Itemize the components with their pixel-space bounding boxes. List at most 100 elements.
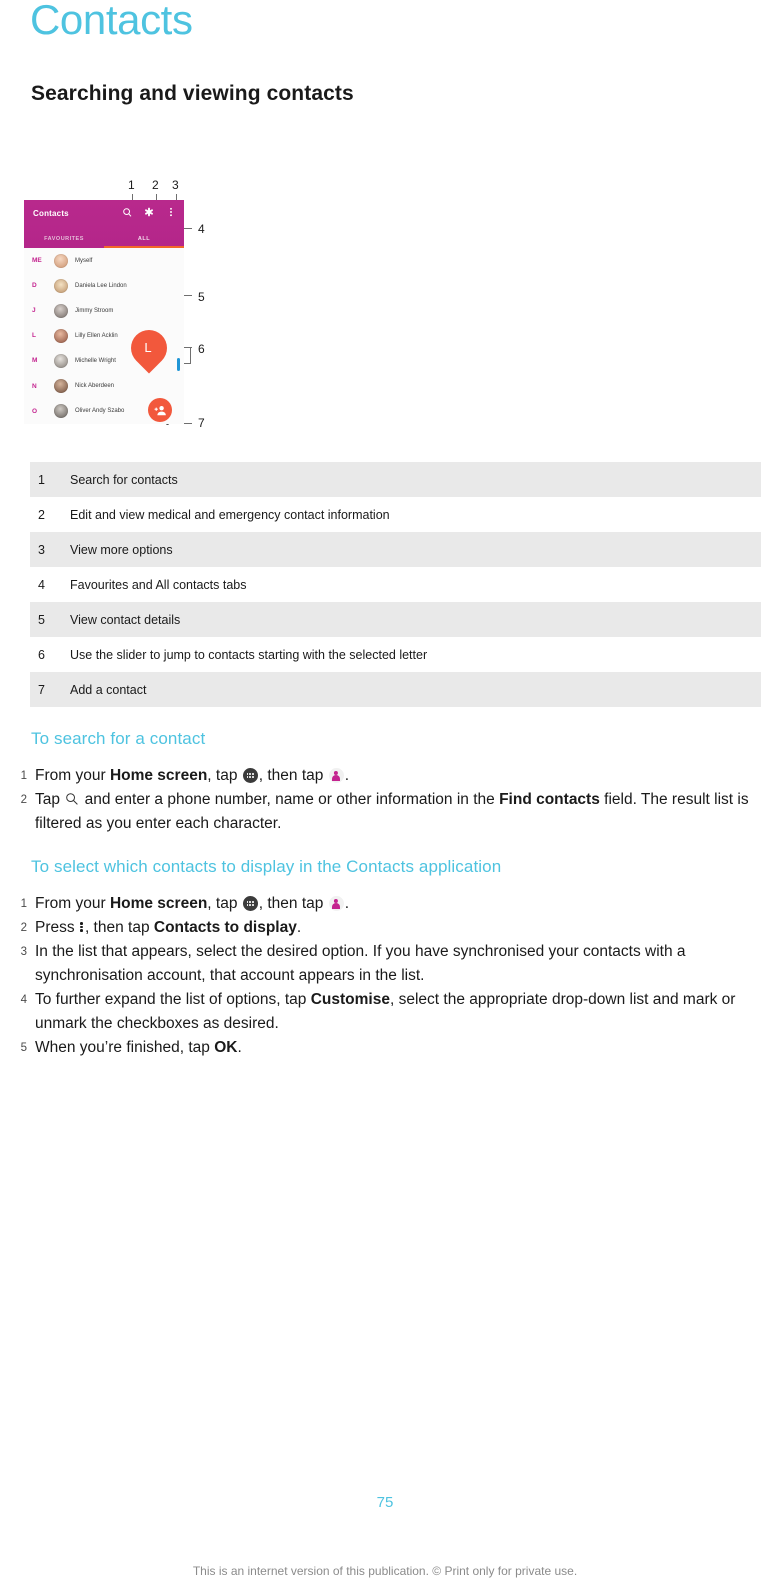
search-icon[interactable] [122,207,132,219]
alphabet-slider-thumb[interactable]: L [123,322,175,374]
step-number: 1 [20,898,27,910]
contact-name: Nick Aberdeen [75,383,115,390]
add-contact-button[interactable] [148,398,172,422]
index-letter: J [32,307,36,315]
legend-number: 3 [38,542,45,557]
step-number: 2 [20,922,27,934]
overflow-menu-icon[interactable] [166,207,176,219]
step-text: When you’re finished, tap OK. [35,1039,242,1056]
legend-text: View contact details [70,612,181,627]
index-letter: L [32,332,36,340]
list-item: 4 To further expand the list of options,… [0,988,770,1036]
callout-2: 2 [152,178,159,192]
index-letter: N [32,382,37,390]
list-item[interactable]: N Nick Aberdeen [24,373,184,398]
contact-name: Michelle Wright [75,357,116,364]
legend-number: 7 [38,682,45,697]
index-letter: ME [32,257,42,265]
legend-text: Edit and view medical and emergency cont… [70,507,390,522]
apps-icon [242,896,258,911]
contact-name: Myself [75,257,93,264]
legend-text: View more options [70,542,173,557]
step-text: Tap and enter a phone number, name or ot… [35,791,749,832]
callout-5: 5 [198,290,205,304]
leader-line-6b [190,347,191,364]
page-number: 75 [376,1494,394,1511]
avatar [54,353,68,368]
legend-number: 6 [38,647,45,662]
list-item: 5 When you’re finished, tap OK. [0,1036,770,1060]
step-number: 5 [20,1042,27,1054]
table-row: 6 Use the slider to jump to contacts sta… [30,637,761,672]
step-text: Press , then tap Contacts to display. [35,919,302,936]
step-number: 2 [20,794,27,806]
search-icon [66,793,79,805]
list-item: 3 In the list that appears, select the d… [0,940,770,988]
legend-text: Add a contact [70,682,147,697]
legend-number: 4 [38,577,45,592]
table-row: 2 Edit and view medical and emergency co… [30,497,761,532]
footer-note: This is an internet version of this publ… [192,1564,578,1578]
tab-bar: FAVOURITES ALL [24,236,184,246]
page-title: Contacts [30,0,193,43]
contact-name: Jimmy Stroom [75,307,114,314]
apps-icon [242,768,258,783]
procedure-heading-select-contacts: To select which contacts to display in t… [31,857,502,876]
phone-screen-mock: Contacts FAVOURITES ALL ME Myself D Dani… [24,200,184,424]
avatar [54,253,68,268]
callout-7: 7 [198,416,205,430]
tab-all[interactable]: ALL [104,236,184,246]
step-text: From your Home screen, tap , then tap . [35,767,350,784]
step-number: 3 [20,946,27,958]
legend-text: Favourites and All contacts tabs [70,577,247,592]
table-row: 1 Search for contacts [30,462,761,497]
list-item[interactable]: ME Myself [24,248,184,273]
table-row: 4 Favourites and All contacts tabs [30,567,761,602]
callout-6: 6 [198,342,205,356]
add-person-icon [153,405,166,415]
contacts-list[interactable]: ME Myself D Daniela Lee Lindon J Jimmy S… [24,248,184,424]
list-item: 2 Tap and enter a phone number, name or … [0,788,770,836]
slider-letter: L [144,339,152,355]
step-text: To further expand the list of options, t… [35,991,736,1032]
legend-number: 2 [38,507,45,522]
procedure-heading-search: To search for a contact [31,729,206,748]
table-row: 3 View more options [30,532,761,567]
legend-text: Use the slider to jump to contacts start… [70,647,428,662]
avatar [54,379,68,394]
procedure-steps-search: 1 From your Home screen, tap , then tap … [0,764,770,836]
app-bar-title: Contacts [33,209,69,218]
callout-1: 1 [128,178,135,192]
section-heading: Searching and viewing contacts [31,82,354,105]
avatar [54,303,68,318]
contact-name: Daniela Lee Lindon [75,282,127,289]
list-item: 1 From your Home screen, tap , then tap … [0,764,770,788]
manual-page: Contacts Searching and viewing contacts … [0,0,770,1588]
step-number: 1 [20,770,27,782]
tab-favourites[interactable]: FAVOURITES [24,236,104,246]
list-item: 1 From your Home screen, tap , then tap … [0,892,770,916]
contacts-screen-figure: 1 2 3 4 5 6 7 Contacts FAVOURITES ALL ME… [24,172,234,442]
legend-text: Search for contacts [70,472,178,487]
overflow-menu-icon [80,920,84,934]
table-row: 7 Add a contact [30,672,761,707]
table-row: 5 View contact details [30,602,761,637]
medical-info-asterisk-icon[interactable] [144,207,154,219]
contacts-icon [328,896,344,911]
contact-name: Lilly Ellen Acklin [75,332,118,339]
figure-legend-table: 1 Search for contacts 2 Edit and view me… [30,462,761,707]
callout-4: 4 [198,222,205,236]
list-item[interactable]: D Daniela Lee Lindon [24,273,184,298]
legend-number: 5 [38,612,45,627]
step-number: 4 [20,994,27,1006]
callout-3: 3 [172,178,179,192]
app-bar: Contacts FAVOURITES ALL [24,200,184,248]
avatar [54,278,68,293]
legend-number: 1 [38,472,45,487]
index-letter: M [32,357,38,365]
contacts-icon [328,768,344,783]
list-item[interactable]: J Jimmy Stroom [24,298,184,323]
index-letter: D [32,282,37,290]
alphabet-slider-track[interactable] [177,358,180,371]
index-letter: O [32,407,38,415]
